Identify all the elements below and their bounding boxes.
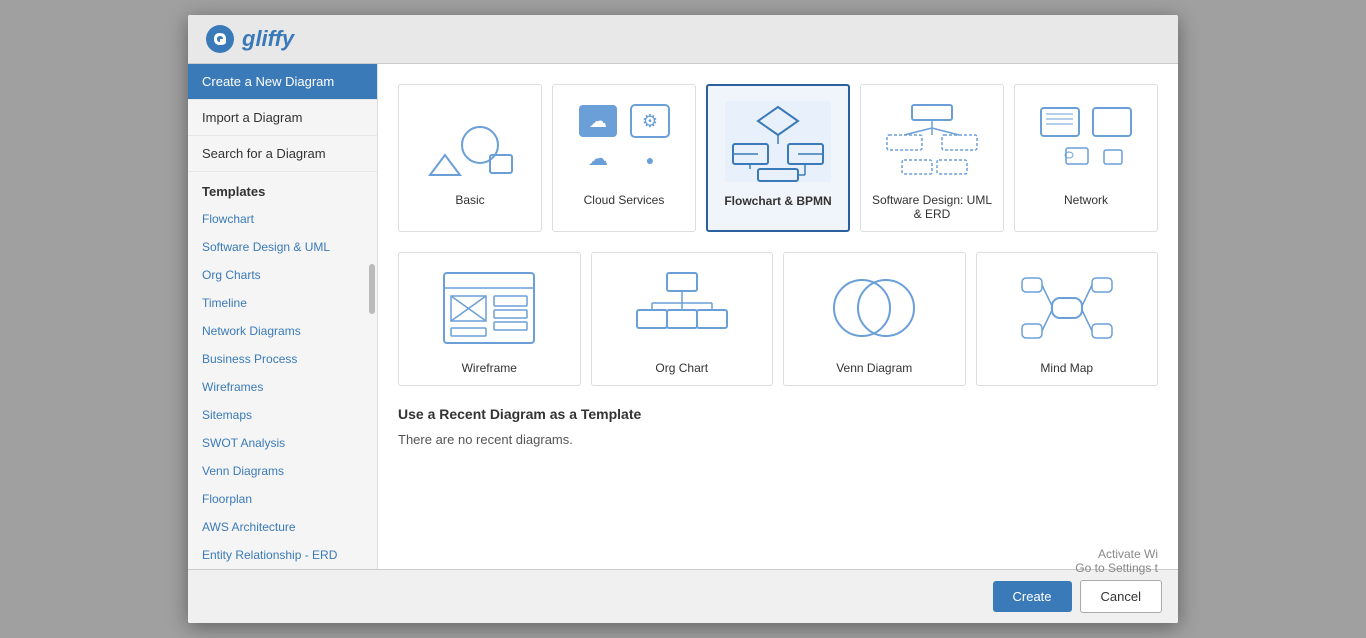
modal-body: Create a New Diagram Import a Diagram Se… — [188, 64, 1178, 569]
gliffy-icon — [204, 23, 236, 55]
sidebar: Create a New Diagram Import a Diagram Se… — [188, 64, 378, 569]
sidebar-item-sitemaps[interactable]: Sitemaps — [188, 401, 377, 429]
create-button[interactable]: Create — [993, 581, 1072, 612]
svg-text:●: ● — [646, 152, 654, 168]
recent-section-title: Use a Recent Diagram as a Template — [398, 406, 1158, 422]
sidebar-item-wireframes[interactable]: Wireframes — [188, 373, 377, 401]
uml-label: Software Design: UML & ERD — [871, 193, 993, 221]
sidebar-item-timeline[interactable]: Timeline — [188, 289, 377, 317]
gliffy-text: gliffy — [242, 26, 294, 52]
template-card-basic[interactable]: Basic — [398, 84, 542, 232]
orgchart-icon — [602, 263, 763, 353]
sidebar-item-venn[interactable]: Venn Diagrams — [188, 457, 377, 485]
template-card-cloud[interactable]: ☁ ⚙ ☁ ● Cloud Services — [552, 84, 696, 232]
watermark-line2: Go to Settings t — [1075, 561, 1158, 575]
template-grid-row2: Wireframe — [398, 252, 1158, 386]
sidebar-nav-search[interactable]: Search for a Diagram — [188, 136, 377, 172]
svg-text:☁: ☁ — [588, 148, 608, 170]
template-card-uml[interactable]: Software Design: UML & ERD — [860, 84, 1004, 232]
sidebar-item-network-diagrams[interactable]: Network Diagrams — [188, 317, 377, 345]
template-card-mindmap[interactable]: Mind Map — [976, 252, 1159, 386]
sidebar-item-swot[interactable]: SWOT Analysis — [188, 429, 377, 457]
sidebar-item-business-process[interactable]: Business Process — [188, 345, 377, 373]
sidebar-scrollbar[interactable] — [369, 264, 375, 314]
template-card-venn[interactable]: Venn Diagram — [783, 252, 966, 386]
basic-icon — [409, 95, 531, 185]
sidebar-templates-title: Templates — [188, 172, 377, 205]
sidebar-item-erd[interactable]: Entity Relationship - ERD — [188, 541, 377, 569]
sidebar-item-org-charts[interactable]: Org Charts — [188, 261, 377, 289]
template-card-network[interactable]: Network — [1014, 84, 1158, 232]
gliffy-logo: gliffy — [204, 23, 294, 55]
cancel-button[interactable]: Cancel — [1080, 580, 1162, 613]
template-card-flowchart[interactable]: Flowchart & BPMN — [706, 84, 850, 232]
uml-icon — [871, 95, 993, 185]
wireframe-label: Wireframe — [462, 361, 517, 375]
network-label: Network — [1064, 193, 1108, 207]
watermark-line1: Activate Wi — [1075, 547, 1158, 561]
modal-dialog: gliffy Create a New Diagram Import a Dia… — [188, 15, 1178, 623]
modal-footer: Create Cancel — [188, 569, 1178, 623]
template-card-orgchart[interactable]: Org Chart — [591, 252, 774, 386]
recent-empty-text: There are no recent diagrams. — [398, 432, 1158, 447]
flowchart-icon — [718, 96, 838, 186]
wireframe-icon — [409, 263, 570, 353]
activate-watermark: Activate Wi Go to Settings t — [1075, 547, 1158, 575]
svg-text:☁: ☁ — [589, 111, 607, 131]
sidebar-nav-create[interactable]: Create a New Diagram — [188, 64, 377, 100]
flowchart-label: Flowchart & BPMN — [724, 194, 831, 208]
venn-label: Venn Diagram — [836, 361, 912, 375]
svg-text:⚙: ⚙ — [642, 111, 658, 131]
sidebar-item-software-design[interactable]: Software Design & UML — [188, 233, 377, 261]
basic-label: Basic — [455, 193, 484, 207]
cloud-label: Cloud Services — [584, 193, 665, 207]
venn-icon — [794, 263, 955, 353]
orgchart-label: Org Chart — [655, 361, 708, 375]
modal-header: gliffy — [188, 15, 1178, 64]
cloud-icon: ☁ ⚙ ☁ ● — [563, 95, 685, 185]
content-area: Basic ☁ ⚙ ☁ ● Cloud Services — [378, 64, 1178, 569]
sidebar-item-floorplan[interactable]: Floorplan — [188, 485, 377, 513]
sidebar-item-flowchart[interactable]: Flowchart — [188, 205, 377, 233]
template-card-wireframe[interactable]: Wireframe — [398, 252, 581, 386]
network-icon — [1025, 95, 1147, 185]
mindmap-label: Mind Map — [1040, 361, 1093, 375]
template-grid-row1: Basic ☁ ⚙ ☁ ● Cloud Services — [398, 84, 1158, 232]
sidebar-item-aws[interactable]: AWS Architecture — [188, 513, 377, 541]
sidebar-nav-import[interactable]: Import a Diagram — [188, 100, 377, 136]
mindmap-icon — [987, 263, 1148, 353]
